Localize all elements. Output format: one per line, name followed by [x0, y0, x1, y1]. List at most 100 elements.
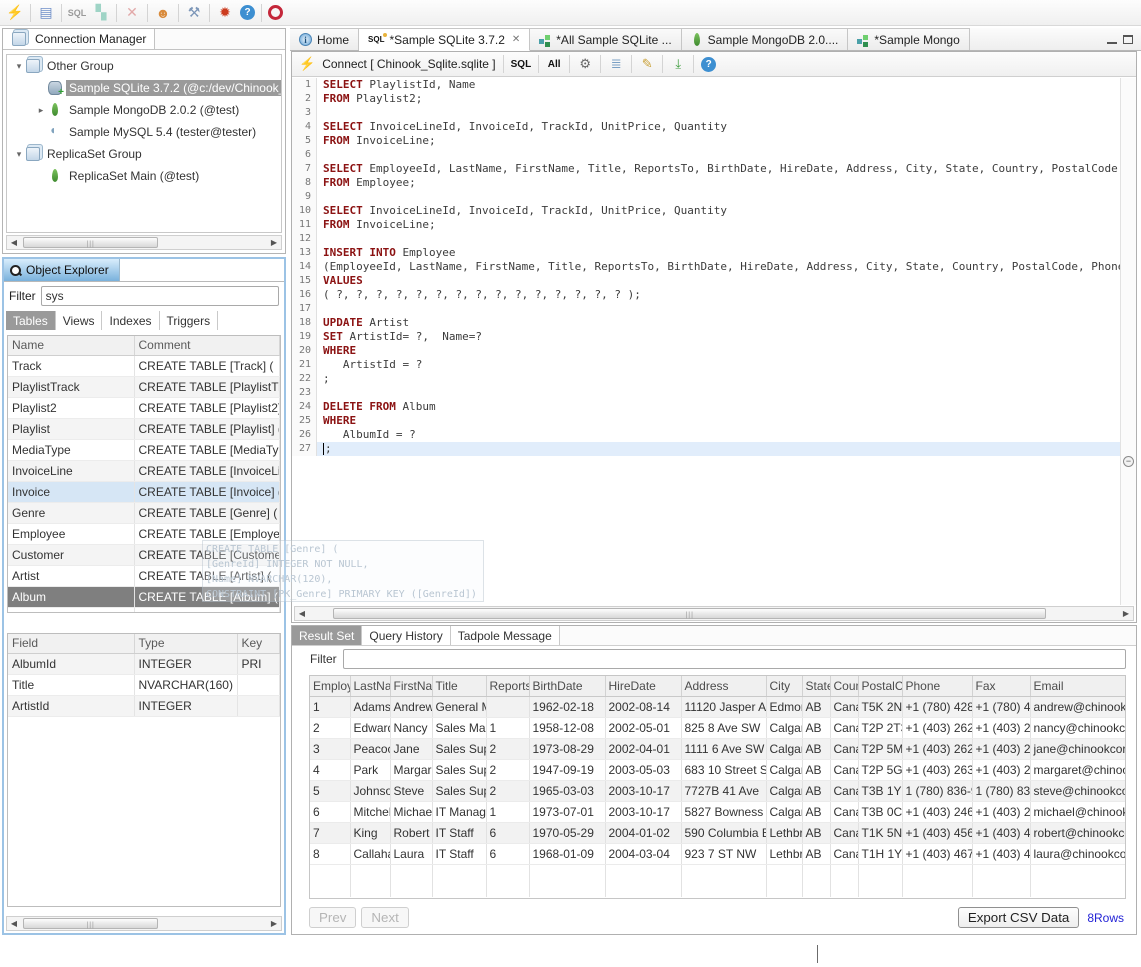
connect-plug-icon[interactable]: ⚡: [299, 56, 315, 73]
execute-all-button[interactable]: All: [546, 56, 562, 73]
table-row[interactable]: PlaylistCREATE TABLE [Playlist] (: [8, 418, 280, 439]
wand-icon[interactable]: ✎: [639, 56, 655, 73]
editor-line[interactable]: 17: [292, 302, 1120, 316]
minimize-icon[interactable]: [1107, 35, 1117, 44]
editor-line[interactable]: 1SELECT PlaylistId, Name: [292, 78, 1120, 92]
sql-editor-icon[interactable]: SQL: [68, 4, 86, 22]
editor-line[interactable]: 16( ?, ?, ?, ?, ?, ?, ?, ?, ?, ?, ?, ?, …: [292, 288, 1120, 302]
column-header[interactable]: Email: [1030, 676, 1126, 696]
tree-item[interactable]: Sample MySQL 5.4 (tester@tester): [7, 121, 281, 143]
table-row[interactable]: PlaylistTrackCREATE TABLE [PlaylistTrack…: [8, 376, 280, 397]
editor-line[interactable]: 18UPDATE Artist: [292, 316, 1120, 330]
results-filter-input[interactable]: [343, 649, 1126, 669]
maximize-icon[interactable]: [1123, 35, 1133, 44]
column-header[interactable]: Name: [8, 336, 134, 355]
table-row[interactable]: CustomerCREATE TABLE [Customer] (: [8, 544, 280, 565]
scroll-right-icon[interactable]: ▶: [267, 919, 281, 928]
table-row[interactable]: MediaTypeCREATE TABLE [MediaType] (: [8, 439, 280, 460]
editor-line[interactable]: 13INSERT INTO Employee: [292, 246, 1120, 260]
prev-page-button[interactable]: Prev: [309, 907, 356, 928]
editor-line[interactable]: 24DELETE FROM Album: [292, 400, 1120, 414]
column-header[interactable]: Comment: [134, 336, 280, 355]
table-row[interactable]: 3PeacockJaneSales Support Agent21973-08-…: [310, 738, 1126, 759]
column-header[interactable]: Type: [134, 634, 237, 653]
editor-line[interactable]: 20WHERE: [292, 344, 1120, 358]
editor-line[interactable]: 5FROM InvoiceLine;: [292, 134, 1120, 148]
scroll-right-icon[interactable]: ▶: [1119, 609, 1133, 618]
column-header[interactable]: State: [802, 676, 830, 696]
scroll-left-icon[interactable]: ◀: [7, 238, 21, 247]
users-icon[interactable]: ☻: [154, 4, 172, 22]
table-row[interactable]: Playlist2CREATE TABLE [Playlist2] (: [8, 397, 280, 418]
object-explorer-tab[interactable]: Object Explorer: [4, 259, 120, 281]
editor-tab[interactable]: Sample MongoDB 2.0....: [682, 28, 849, 50]
editor-line[interactable]: 19SET ArtistId= ?, Name=?: [292, 330, 1120, 344]
close-icon[interactable]: ✕: [512, 34, 520, 45]
mongo-blocks-icon[interactable]: ▚: [92, 4, 110, 22]
tree-expander-icon[interactable]: ▸: [35, 105, 47, 116]
table-row[interactable]: ArtistCREATE TABLE [Artist] (: [8, 565, 280, 586]
table-row[interactable]: TitleNVARCHAR(160): [8, 674, 280, 695]
object-explorer-hscrollbar[interactable]: ◀ ||| ▶: [6, 916, 282, 931]
editor-line[interactable]: 7SELECT EmployeeId, LastName, FirstName,…: [292, 162, 1120, 176]
connect-icon[interactable]: ⚡: [6, 4, 24, 22]
column-header[interactable]: LastName: [350, 676, 390, 696]
column-header[interactable]: FirstName: [390, 676, 432, 696]
connection-manager-tab[interactable]: Connection Manager: [3, 29, 155, 50]
tree-expander-icon[interactable]: ▾: [13, 61, 25, 72]
settings-gear-icon[interactable]: ⚙: [577, 56, 593, 73]
table-row[interactable]: GenreCREATE TABLE [Genre] (: [8, 502, 280, 523]
bug-icon[interactable]: ✹: [216, 4, 234, 22]
table-row[interactable]: ArtistIdINTEGER: [8, 695, 280, 716]
sql-editor-body[interactable]: 1SELECT PlaylistId, Name2FROM Playlist2;…: [292, 78, 1120, 605]
connection-tree-hscrollbar[interactable]: ◀ ||| ▶: [6, 235, 282, 250]
object-filter-input[interactable]: [41, 286, 279, 306]
table-row[interactable]: 8CallahanLauraIT Staff61968-01-092004-03…: [310, 843, 1126, 864]
editor-hscrollbar[interactable]: ◀ ||| ▶: [294, 606, 1134, 621]
editor-line[interactable]: 15VALUES: [292, 274, 1120, 288]
editor-tab[interactable]: *All Sample SQLite ...: [530, 28, 681, 50]
tree-item[interactable]: ▾Other Group: [7, 55, 281, 77]
editor-line[interactable]: 11FROM InvoiceLine;: [292, 218, 1120, 232]
object-tab-triggers[interactable]: Triggers: [160, 311, 219, 330]
shutdown-icon[interactable]: [268, 5, 283, 20]
editor-help-icon[interactable]: ?: [701, 57, 716, 72]
column-header[interactable]: Title: [432, 676, 486, 696]
help-icon[interactable]: ?: [240, 5, 255, 20]
column-header[interactable]: Phone: [902, 676, 972, 696]
table-row[interactable]: InvoiceCREATE TABLE [Invoice] (: [8, 481, 280, 502]
column-header[interactable]: ReportsTo: [486, 676, 529, 696]
tree-item[interactable]: ReplicaSet Main (@test): [7, 165, 281, 187]
table-row[interactable]: 7KingRobertIT Staff61970-05-292004-01-02…: [310, 822, 1126, 843]
table-row[interactable]: InvoiceLineCREATE TABLE [InvoiceLine] (: [8, 460, 280, 481]
editor-line[interactable]: 21 ArtistId = ?: [292, 358, 1120, 372]
execute-sql-button[interactable]: SQL: [511, 56, 532, 73]
import-icon[interactable]: ⤓: [670, 56, 686, 73]
table-row[interactable]: 6MitchellMichaelIT Manager11973-07-01200…: [310, 801, 1126, 822]
tree-item[interactable]: Sample SQLite 3.7.2 (@c:/dev/Chinook_Sql…: [7, 77, 281, 99]
editor-line[interactable]: 22;: [292, 372, 1120, 386]
export-csv-button[interactable]: Export CSV Data: [958, 907, 1079, 928]
next-page-button[interactable]: Next: [361, 907, 408, 928]
scroll-right-icon[interactable]: ▶: [267, 238, 281, 247]
object-tab-views[interactable]: Views: [56, 311, 103, 330]
editor-line[interactable]: 4SELECT InvoiceLineId, InvoiceId, TrackI…: [292, 120, 1120, 134]
editor-line[interactable]: 14(EmployeeId, LastName, FirstName, Titl…: [292, 260, 1120, 274]
table-row[interactable]: 2EdwardsNancySales Manager11958-12-08200…: [310, 717, 1126, 738]
editor-line[interactable]: 9: [292, 190, 1120, 204]
scroll-left-icon[interactable]: ◀: [295, 609, 309, 618]
tools-icon[interactable]: ⚒: [185, 4, 203, 22]
editor-line[interactable]: 8FROM Employee;: [292, 176, 1120, 190]
column-header[interactable]: BirthDate: [529, 676, 605, 696]
table-row[interactable]: TrackCREATE TABLE [Track] (: [8, 355, 280, 376]
editor-tab[interactable]: SQL*Sample SQLite 3.7.2✕: [359, 28, 530, 51]
object-tab-tables[interactable]: Tables: [6, 311, 56, 330]
table-row[interactable]: AlbumIdINTEGERPRI: [8, 653, 280, 674]
column-header[interactable]: HireDate: [605, 676, 681, 696]
collapse-annotation-icon[interactable]: −: [1123, 456, 1134, 467]
tree-item[interactable]: ▸Sample MongoDB 2.0.2 (@test): [7, 99, 281, 121]
results-tab-tadpole-message[interactable]: Tadpole Message: [451, 626, 560, 645]
column-header[interactable]: Address: [681, 676, 766, 696]
editor-line[interactable]: 10SELECT InvoiceLineId, InvoiceId, Track…: [292, 204, 1120, 218]
editor-line[interactable]: 27;: [292, 442, 1120, 456]
